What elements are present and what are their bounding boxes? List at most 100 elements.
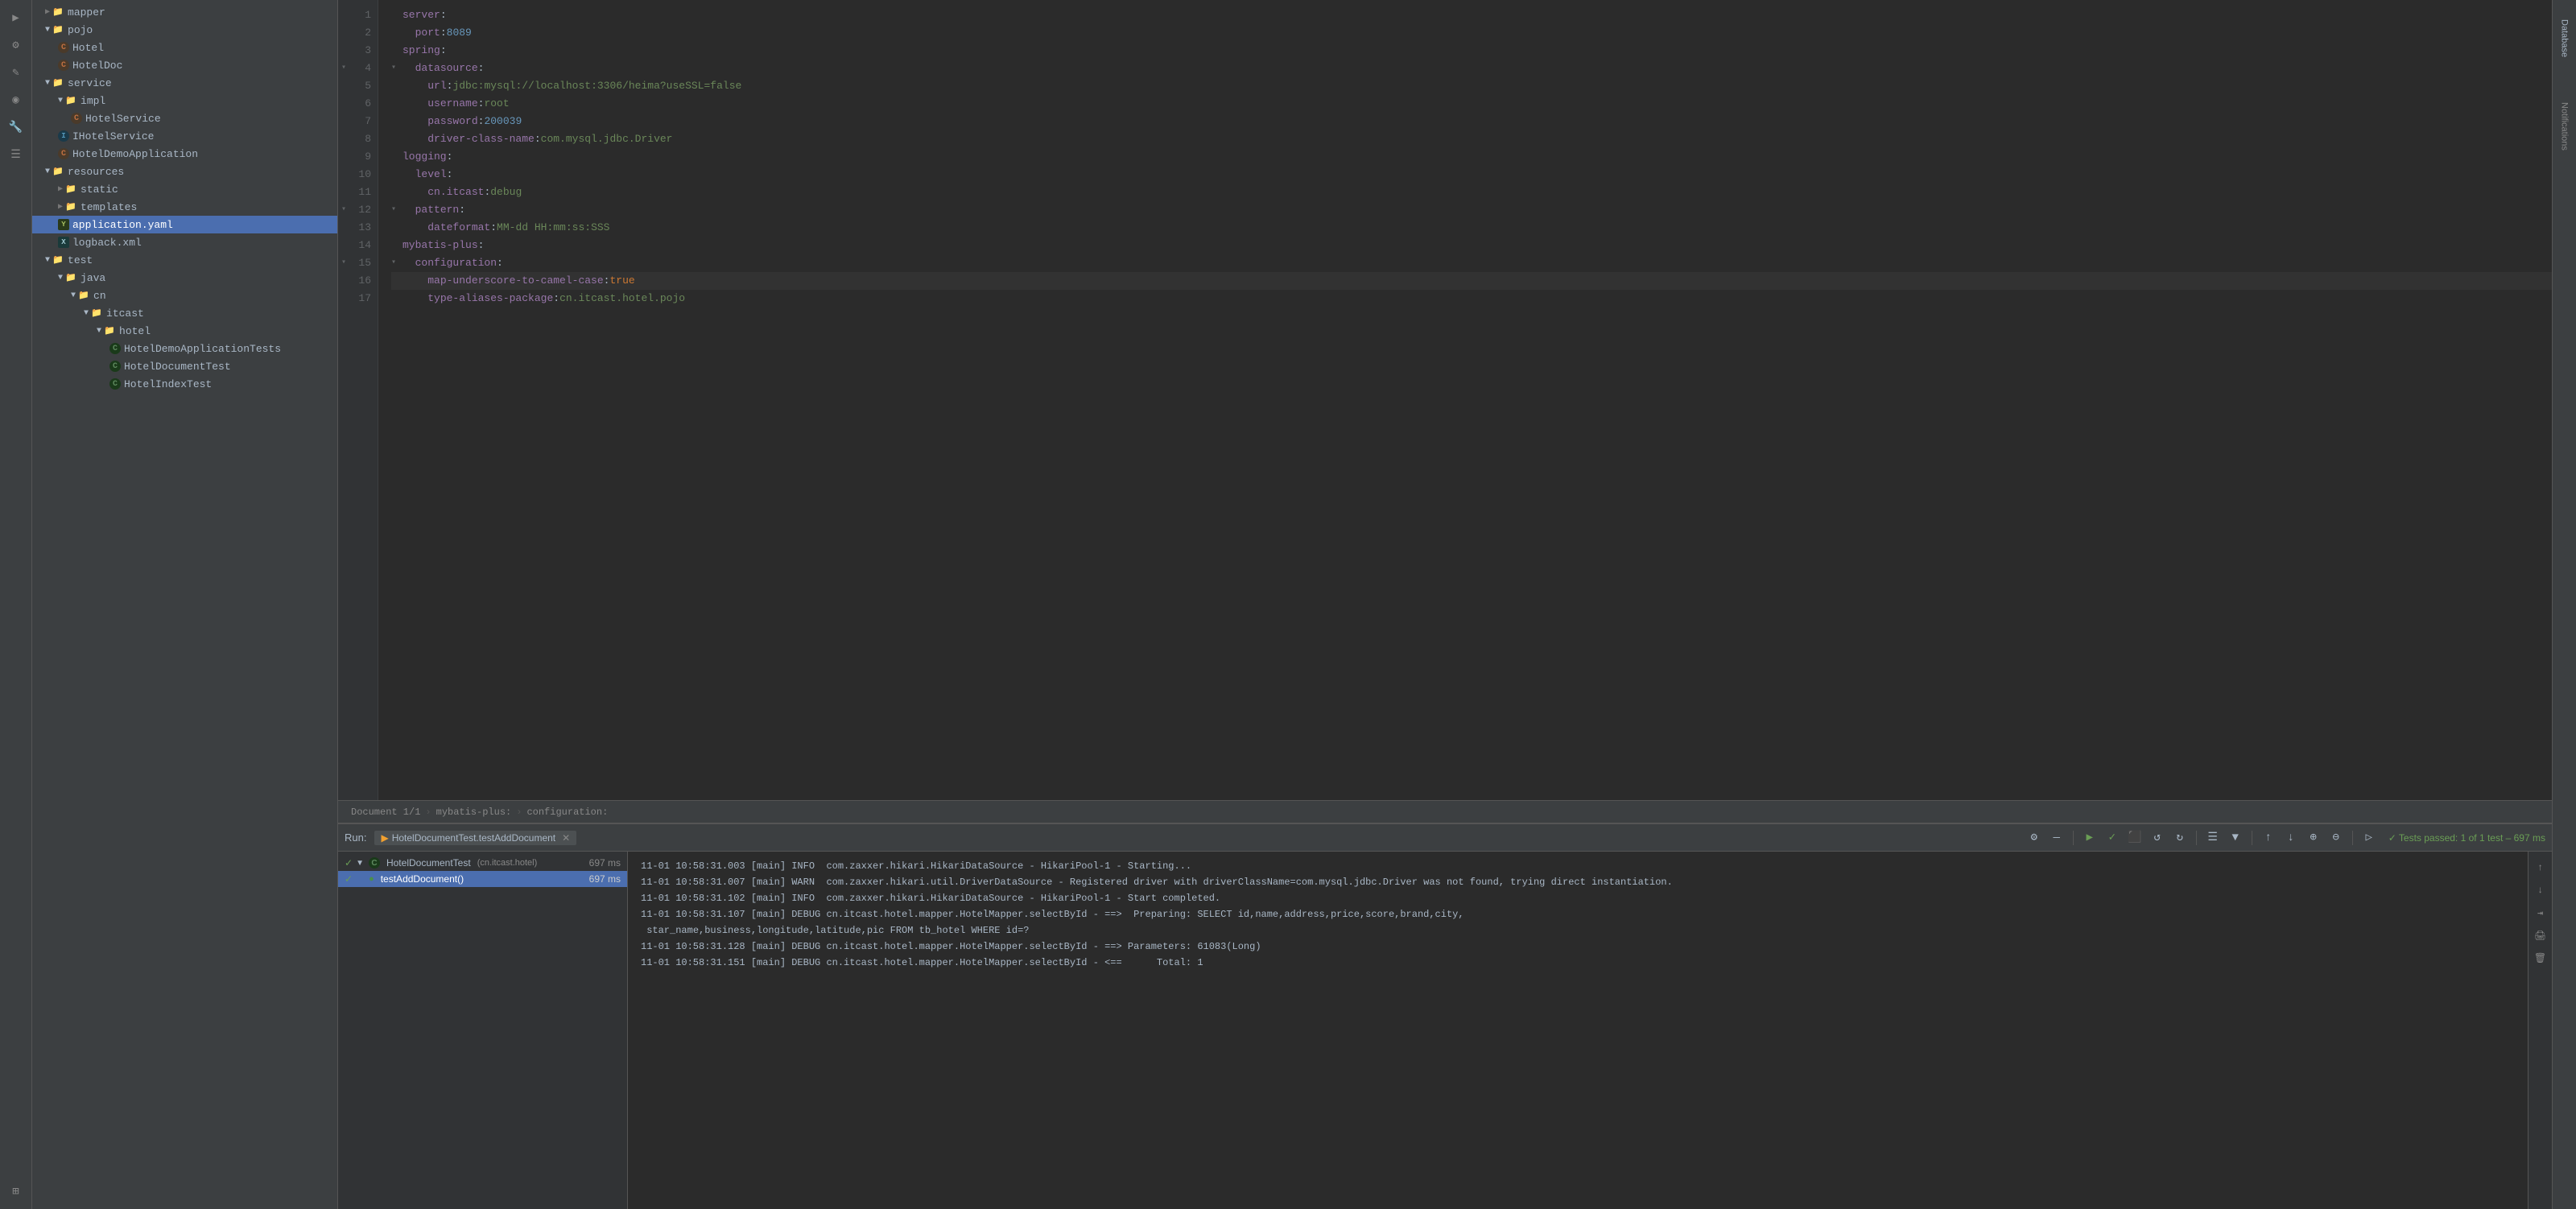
next-btn[interactable]: ▷ [2359, 828, 2379, 848]
main-layout: ▶ ⚙ ✎ ◉ 🔧 ☰ ⊞ ▶ 📁 mapper ▼ 📁 pojo C Hote… [0, 0, 2576, 1209]
run-icon[interactable]: ▶ [5, 6, 27, 29]
run-tab-close[interactable]: ✕ [562, 832, 570, 844]
tree-item-HotelService[interactable]: C HotelService [32, 109, 337, 127]
line-num-15: 15 [338, 254, 378, 272]
tree-label-application-yaml: application.yaml [72, 219, 173, 231]
line-numbers: 1 2 3 4 5 6 7 8 9 10 11 12 13 14 15 16 1… [338, 0, 378, 800]
yaml-key-username: username [427, 95, 477, 113]
arrow-test: ▼ [45, 256, 50, 265]
arrow-java-test: ▼ [58, 274, 63, 283]
expand-icon[interactable]: ⊞ [5, 1180, 27, 1203]
yaml-indent-port [402, 24, 415, 42]
tree-item-application-yaml[interactable]: Y application.yaml [32, 216, 337, 233]
test-suite-package: (cn.itcast.hotel) [477, 858, 538, 868]
breadcrumb-doc: Document 1/1 [351, 807, 420, 818]
test-tree-item-suite[interactable]: ✓ ▼ C HotelDocumentTest (cn.itcast.hotel… [338, 855, 627, 871]
run-tab-icon: ▶ [381, 832, 388, 844]
sort-btn[interactable]: ☰ [2203, 828, 2223, 848]
tree-item-HotelDemoApplication[interactable]: C HotelDemoApplication [32, 145, 337, 163]
arrow-itcast: ▼ [84, 309, 89, 318]
camera-icon[interactable]: ◉ [5, 89, 27, 111]
folder-icon-java-test: 📁 [64, 271, 77, 284]
tree-item-resources[interactable]: ▼ 📁 resources [32, 163, 337, 180]
java-icon-HotelDoc: C [58, 60, 69, 71]
tree-item-static[interactable]: ▶ 📁 static [32, 180, 337, 198]
code-line-5: url: jdbc:mysql://localhost:3306/heima?u… [391, 77, 2552, 95]
yaml-val-cn-itcast: debug [490, 184, 522, 201]
tree-item-impl[interactable]: ▼ 📁 impl [32, 92, 337, 109]
code-line-10: level: [391, 166, 2552, 184]
fold-btn-15[interactable]: ▾ [391, 254, 399, 272]
test-tree-item-method[interactable]: ✓ ● testAddDocument() 697 ms [338, 871, 627, 887]
tree-item-itcast[interactable]: ▼ 📁 itcast [32, 304, 337, 322]
tree-item-mapper[interactable]: ▶ 📁 mapper [32, 3, 337, 21]
tree-item-pojo[interactable]: ▼ 📁 pojo [32, 21, 337, 39]
folder-icon-resources: 📁 [52, 165, 64, 178]
tree-label-templates: templates [80, 201, 137, 213]
settings-icon[interactable]: ⚙ [5, 34, 27, 56]
rerun-failed-btn[interactable]: ↻ [2170, 828, 2190, 848]
tree-item-logback-xml[interactable]: X logback.xml [32, 233, 337, 251]
fold-btn-12[interactable]: ▾ [391, 201, 399, 219]
edit-icon[interactable]: ✎ [5, 61, 27, 84]
up-btn[interactable]: ↑ [2259, 828, 2278, 848]
notifications-icon[interactable]: Notifications [2555, 90, 2574, 163]
tree-item-IHotelService[interactable]: I IHotelService [32, 127, 337, 145]
yaml-key-spring: spring [402, 42, 440, 60]
clear-btn[interactable]: 🗑 [2531, 948, 2550, 968]
folder-icon-pojo: 📁 [52, 23, 64, 36]
tree-label-HotelDocumentTest: HotelDocumentTest [124, 361, 231, 373]
filter-btn[interactable]: ▼ [2226, 828, 2245, 848]
yaml-val-port: 8089 [447, 24, 472, 42]
line-num-3: 3 [338, 42, 378, 60]
yaml-key-dateformat: dateformat [427, 219, 490, 237]
tree-item-HotelIndexTest[interactable]: C HotelIndexTest [32, 375, 337, 393]
tools-icon[interactable]: 🔧 [5, 116, 27, 138]
breadcrumb-sep-1: › [425, 807, 431, 818]
check-btn[interactable]: ✓ [2103, 828, 2122, 848]
console-line-5: star_name,business,longitude,latitude,pi… [641, 922, 2515, 939]
code-content[interactable]: server: port: 8089 spring: ▾ datasource: [378, 0, 2552, 800]
tree-item-HotelDoc[interactable]: C HotelDoc [32, 56, 337, 74]
wrap-btn[interactable]: ⇥ [2531, 903, 2550, 922]
line-num-16: 16 [338, 272, 378, 290]
down-btn[interactable]: ↓ [2281, 828, 2301, 848]
arrow-hotel: ▼ [97, 327, 101, 336]
console-output[interactable]: 11-01 10:58:31.003 [main] INFO com.zaxxe… [628, 852, 2528, 1209]
scroll-down-btn[interactable]: ↓ [2531, 881, 2550, 900]
test-passed-label: ✓ Tests passed: 1 of 1 test – 697 ms [2388, 832, 2545, 844]
print-btn[interactable]: 🖨 [2531, 926, 2550, 945]
tree-label-IHotelService: IHotelService [72, 130, 154, 142]
tree-item-Hotel[interactable]: C Hotel [32, 39, 337, 56]
tree-item-HotelDemoApplicationTests[interactable]: C HotelDemoApplicationTests [32, 340, 337, 357]
tree-item-templates[interactable]: ▶ 📁 templates [32, 198, 337, 216]
tree-item-hotel[interactable]: ▼ 📁 hotel [32, 322, 337, 340]
rerun-btn[interactable]: ↺ [2148, 828, 2167, 848]
yaml-key-mybatis: mybatis-plus [402, 237, 478, 254]
yaml-key-port: port [415, 24, 440, 42]
right-panel: Database Notifications [2552, 0, 2576, 1209]
tree-item-cn[interactable]: ▼ 📁 cn [32, 287, 337, 304]
tree-item-test[interactable]: ▼ 📁 test [32, 251, 337, 269]
tree-item-HotelDocumentTest[interactable]: C HotelDocumentTest [32, 357, 337, 375]
tree-item-service[interactable]: ▼ 📁 service [32, 74, 337, 92]
tree-item-java-test[interactable]: ▼ 📁 java [32, 269, 337, 287]
settings-btn[interactable]: ⚙ [2025, 828, 2044, 848]
tree-label-HotelDoc: HotelDoc [72, 60, 122, 72]
editor-area: 1 2 3 4 5 6 7 8 9 10 11 12 13 14 15 16 1… [338, 0, 2552, 1209]
tree-label-java-test: java [80, 272, 105, 284]
close-btn[interactable]: — [2047, 828, 2066, 848]
expand-btn[interactable]: ⊕ [2304, 828, 2323, 848]
bookmark-icon[interactable]: ☰ [5, 143, 27, 166]
collapse-btn[interactable]: ⊖ [2326, 828, 2346, 848]
run-tab[interactable]: ▶ HotelDocumentTest.testAddDocument ✕ [374, 831, 576, 845]
tree-label-test: test [68, 254, 93, 266]
yaml-key-password: password [427, 113, 477, 130]
fold-btn-4[interactable]: ▾ [391, 60, 399, 77]
play-btn[interactable]: ▶ [2080, 828, 2099, 848]
console-line-6: 11-01 10:58:31.128 [main] DEBUG cn.itcas… [641, 939, 2515, 955]
console-line-4: 11-01 10:58:31.107 [main] DEBUG cn.itcas… [641, 906, 2515, 922]
stop-btn[interactable]: ⬛ [2125, 828, 2145, 848]
database-icon[interactable]: Database [2555, 6, 2574, 71]
scroll-up-btn[interactable]: ↑ [2531, 858, 2550, 877]
